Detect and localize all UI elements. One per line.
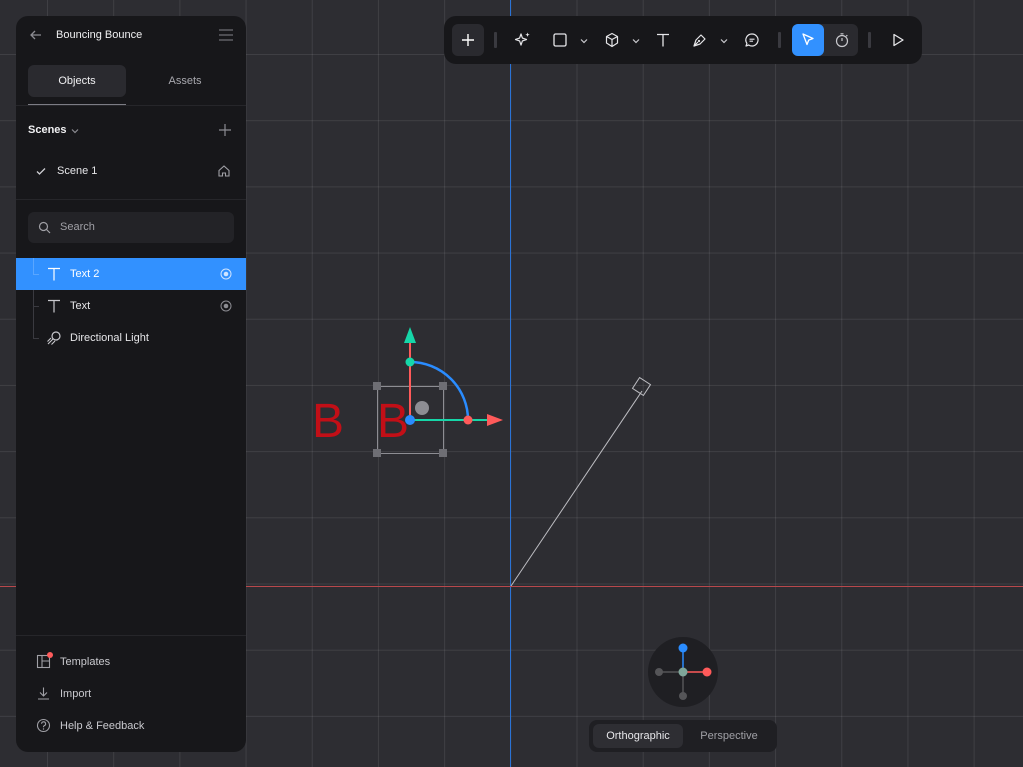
- import-label: Import: [60, 688, 92, 700]
- ai-sparkle-icon: [514, 32, 530, 46]
- pivot-handle[interactable]: [415, 401, 429, 415]
- text-tool-button[interactable]: [647, 24, 679, 56]
- chevron-down-icon[interactable]: [719, 36, 729, 46]
- tab-assets[interactable]: Assets: [136, 65, 234, 97]
- help-icon: [36, 718, 51, 733]
- x-scale-handle[interactable]: [463, 415, 473, 425]
- help-feedback-link[interactable]: Help & Feedback: [36, 716, 236, 736]
- select-cursor-icon: [802, 33, 814, 46]
- text-icon: [48, 299, 60, 313]
- search-icon: [38, 221, 51, 234]
- text-object-2[interactable]: B: [377, 395, 409, 448]
- y-axis-handle[interactable]: [678, 667, 688, 677]
- layer-label: Directional Light: [70, 332, 149, 344]
- check-icon: [36, 168, 46, 175]
- layer-label: Text: [70, 300, 91, 312]
- scene-name: Scene 1: [57, 165, 98, 177]
- neg-z-axis-handle[interactable]: [679, 692, 687, 700]
- visibility-icon[interactable]: [220, 300, 232, 312]
- timer-icon: [835, 33, 849, 48]
- resize-handle-br[interactable]: [439, 449, 447, 457]
- project-title: Bouncing Bounce: [56, 29, 143, 41]
- text-icon: [657, 33, 669, 47]
- hamburger-menu-icon[interactable]: [218, 28, 234, 42]
- x-axis-handle[interactable]: [702, 667, 712, 677]
- chevron-down-icon[interactable]: [631, 36, 641, 46]
- tab-objects[interactable]: Objects: [28, 65, 126, 97]
- import-link[interactable]: Import: [36, 684, 236, 704]
- toolbar-separator: [868, 32, 871, 48]
- cube-icon: [605, 32, 619, 48]
- divider: [16, 105, 246, 106]
- z-axis-handle[interactable]: [678, 643, 688, 653]
- scene-item[interactable]: Scene 1: [16, 157, 246, 185]
- add-scene-icon[interactable]: [218, 123, 232, 137]
- home-icon[interactable]: [217, 164, 231, 178]
- panel-header: Bouncing Bounce: [16, 16, 246, 56]
- rectangle-tool-button[interactable]: [544, 24, 576, 56]
- divider: [16, 635, 246, 636]
- search-input[interactable]: Search: [28, 212, 234, 243]
- x-axis-arrow[interactable]: [487, 414, 503, 426]
- left-panel: Bouncing Bounce Objects Assets Scenes Sc…: [16, 16, 246, 752]
- comment-tool-button[interactable]: [736, 24, 768, 56]
- layer-label: Text 2: [70, 268, 100, 280]
- toolbar-separator: [494, 32, 497, 48]
- toolbar-separator: [778, 32, 781, 48]
- perspective-option[interactable]: Perspective: [685, 724, 773, 748]
- axis-gizmo-svg: [655, 643, 712, 700]
- pen-icon: [693, 34, 706, 47]
- main-toolbar: [444, 16, 922, 64]
- panel-tabs: Objects Assets: [28, 65, 234, 97]
- back-arrow-icon[interactable]: [28, 27, 44, 43]
- orthographic-option[interactable]: Orthographic: [593, 724, 683, 748]
- play-icon: [893, 33, 904, 47]
- divider: [16, 199, 246, 200]
- directional-light-handle[interactable]: [631, 376, 652, 397]
- rectangle-icon: [553, 33, 567, 47]
- gizmo-center-handle[interactable]: [405, 415, 415, 425]
- y-scale-handle[interactable]: [405, 357, 415, 367]
- chevron-down-icon[interactable]: [70, 126, 80, 136]
- templates-label: Templates: [60, 656, 111, 668]
- camera-view-toggle: Orthographic Perspective: [589, 720, 777, 752]
- resize-handle-tl[interactable]: [373, 382, 381, 390]
- select-tool-button[interactable]: [792, 24, 824, 56]
- layer-item-directional-light[interactable]: Directional Light: [16, 322, 246, 354]
- light-direction-line: [510, 390, 643, 587]
- resize-handle-bl[interactable]: [373, 449, 381, 457]
- visibility-icon[interactable]: [220, 268, 232, 280]
- directional-light-icon: [47, 331, 61, 345]
- text-object-1[interactable]: B: [312, 395, 344, 448]
- add-button[interactable]: [452, 24, 484, 56]
- pen-tool-button[interactable]: [684, 24, 716, 56]
- help-feedback-label: Help & Feedback: [60, 720, 145, 732]
- play-button[interactable]: [882, 24, 914, 56]
- text-icon: [48, 267, 60, 281]
- resize-handle-tr[interactable]: [439, 382, 447, 390]
- comment-icon: [745, 33, 759, 47]
- layer-item-text-2[interactable]: Text 2: [16, 258, 246, 290]
- 3d-object-tool-button[interactable]: [596, 24, 628, 56]
- search-placeholder: Search: [60, 221, 95, 233]
- add-icon: [462, 34, 474, 46]
- layer-item-text[interactable]: Text: [16, 290, 246, 322]
- ai-button[interactable]: [507, 24, 539, 56]
- scenes-heading[interactable]: Scenes: [28, 124, 67, 136]
- animation-mode-button[interactable]: [826, 24, 858, 56]
- y-axis-arrow[interactable]: [404, 327, 416, 343]
- axis-orientation-gizmo[interactable]: [648, 637, 718, 707]
- templates-link[interactable]: Templates: [36, 652, 236, 672]
- neg-x-axis-handle[interactable]: [655, 668, 663, 676]
- import-icon: [38, 687, 49, 700]
- chevron-down-icon[interactable]: [579, 36, 589, 46]
- notification-dot: [47, 652, 53, 658]
